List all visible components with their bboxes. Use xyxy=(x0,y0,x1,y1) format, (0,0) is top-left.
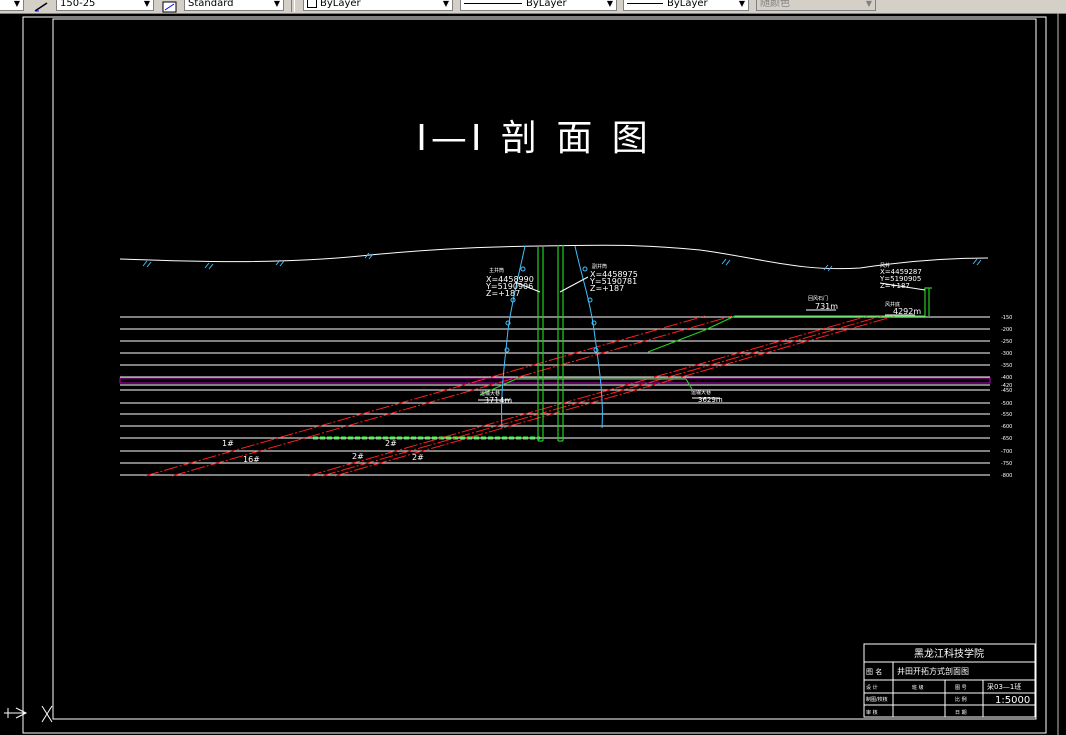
incline-top-length: 731m xyxy=(815,302,838,311)
elevation-label: -250 xyxy=(1001,339,1012,345)
elevation-label: -150 xyxy=(1001,315,1012,321)
title-block-scale-value: 1:5000 xyxy=(995,695,1030,706)
elevation-label: -650 xyxy=(1001,436,1012,442)
drawing-title: Ⅰ—Ⅰ 剖 面 图 xyxy=(416,118,652,159)
incline-far-length: 4292m xyxy=(893,307,921,316)
title-block-label-class: 班 级 xyxy=(912,684,924,691)
title-block-drawing-name: 井田开拓方式剖面图 xyxy=(897,666,969,676)
elevation-label: -750 xyxy=(1001,461,1012,467)
elevation-label: -600 xyxy=(1001,424,1012,430)
title-block-label-design: 设 计 xyxy=(866,684,878,691)
seam-label-16: 16# xyxy=(243,455,260,464)
shaft-far-z: Z=+187 xyxy=(880,282,910,290)
seam-label-2a: 2# xyxy=(385,439,397,448)
elevation-label: -200 xyxy=(1001,327,1012,333)
elevation-label: -300 xyxy=(1001,351,1012,357)
ucs-icon xyxy=(4,705,53,723)
title-block-label-scale: 比 例 xyxy=(955,696,967,703)
elevation-labels: -150-200-250-300-350-400-420-450-500-550… xyxy=(1001,315,1012,479)
title-block-label-date: 日 期 xyxy=(955,710,967,716)
level-right-name: 运输大巷 xyxy=(691,389,711,396)
shaft-right-name: 副井筒 xyxy=(592,263,607,270)
coal-seams xyxy=(144,315,896,477)
elevation-label: -800 xyxy=(1001,473,1012,479)
elevation-label: -450 xyxy=(1001,388,1012,394)
level-left-length: 3714m xyxy=(484,396,512,405)
elevation-label: -350 xyxy=(1001,363,1012,369)
shaft-left-name: 主井筒 xyxy=(489,267,504,274)
title-block-label-drawn: 制图/校核 xyxy=(866,696,888,703)
elevation-label: -550 xyxy=(1001,412,1012,418)
seam-label-2b: 2# xyxy=(352,452,364,461)
seam-label-2c: 2# xyxy=(412,453,424,462)
level-right-length: 3629m xyxy=(698,396,723,404)
ground-surface-line xyxy=(119,244,989,270)
title-block-label-number: 图 号 xyxy=(955,685,967,691)
cad-drawing-canvas[interactable]: Ⅰ—Ⅰ 剖 面 图 -150-200-250-300-350-400-420-4… xyxy=(0,0,1066,735)
title-block-school: 黑龙江科技学院 xyxy=(914,647,984,660)
leader-lines xyxy=(478,276,926,401)
elevation-label: -700 xyxy=(1001,449,1012,455)
title-block-label-name: 图 名 xyxy=(866,667,882,676)
elevation-label: -400 xyxy=(1001,375,1012,381)
shaft-left-z: Z=+187 xyxy=(486,289,520,298)
elevation-lines xyxy=(120,316,990,476)
elevation-label: -500 xyxy=(1001,401,1012,407)
incline-top-name: 回风石门 xyxy=(808,295,828,302)
seam-label-1: 1# xyxy=(222,439,234,448)
shaft-pillar-boundary xyxy=(501,245,603,429)
title-block-number-value: 采03—1班 xyxy=(987,682,1021,691)
title-block-label-review: 审 核 xyxy=(866,709,878,716)
shaft-right-z: Z=+187 xyxy=(590,284,624,293)
